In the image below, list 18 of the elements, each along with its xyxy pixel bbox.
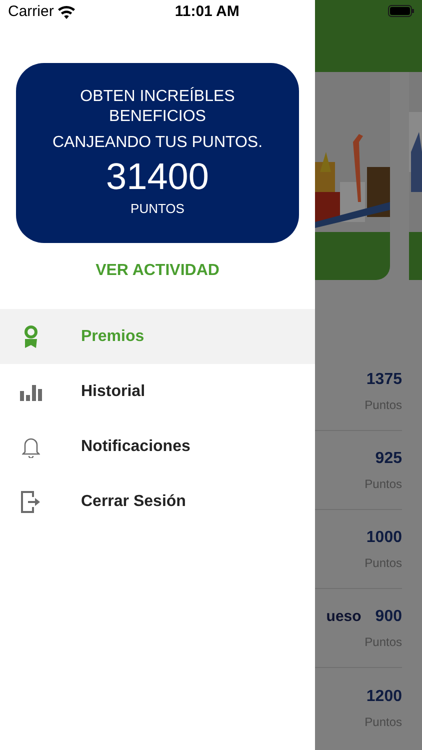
points-unit: PUNTOS [130, 200, 184, 218]
reward-points: 1375 [366, 370, 402, 390]
benefits-headline: OBTEN INCREÍBLES BENEFICIOS [79, 87, 236, 128]
reward-points: 1200 [366, 686, 402, 706]
bell-icon [22, 436, 40, 458]
logout-icon [21, 490, 41, 512]
reward-points: 900 [375, 607, 402, 627]
benefits-subline: CANJEANDO TUS PUNTOS. [52, 133, 263, 154]
reward-points: 1000 [366, 528, 402, 548]
bar-chart-icon [20, 382, 42, 400]
carrier-label: Carrier [8, 2, 54, 22]
wifi-icon [58, 6, 75, 18]
clock-time: 11:01 AM [174, 2, 240, 22]
reward-points: 925 [375, 449, 402, 469]
points-total: 31400 [106, 155, 209, 200]
award-icon [22, 324, 40, 348]
reward-title: ueso [326, 607, 362, 627]
battery-icon [388, 5, 414, 17]
